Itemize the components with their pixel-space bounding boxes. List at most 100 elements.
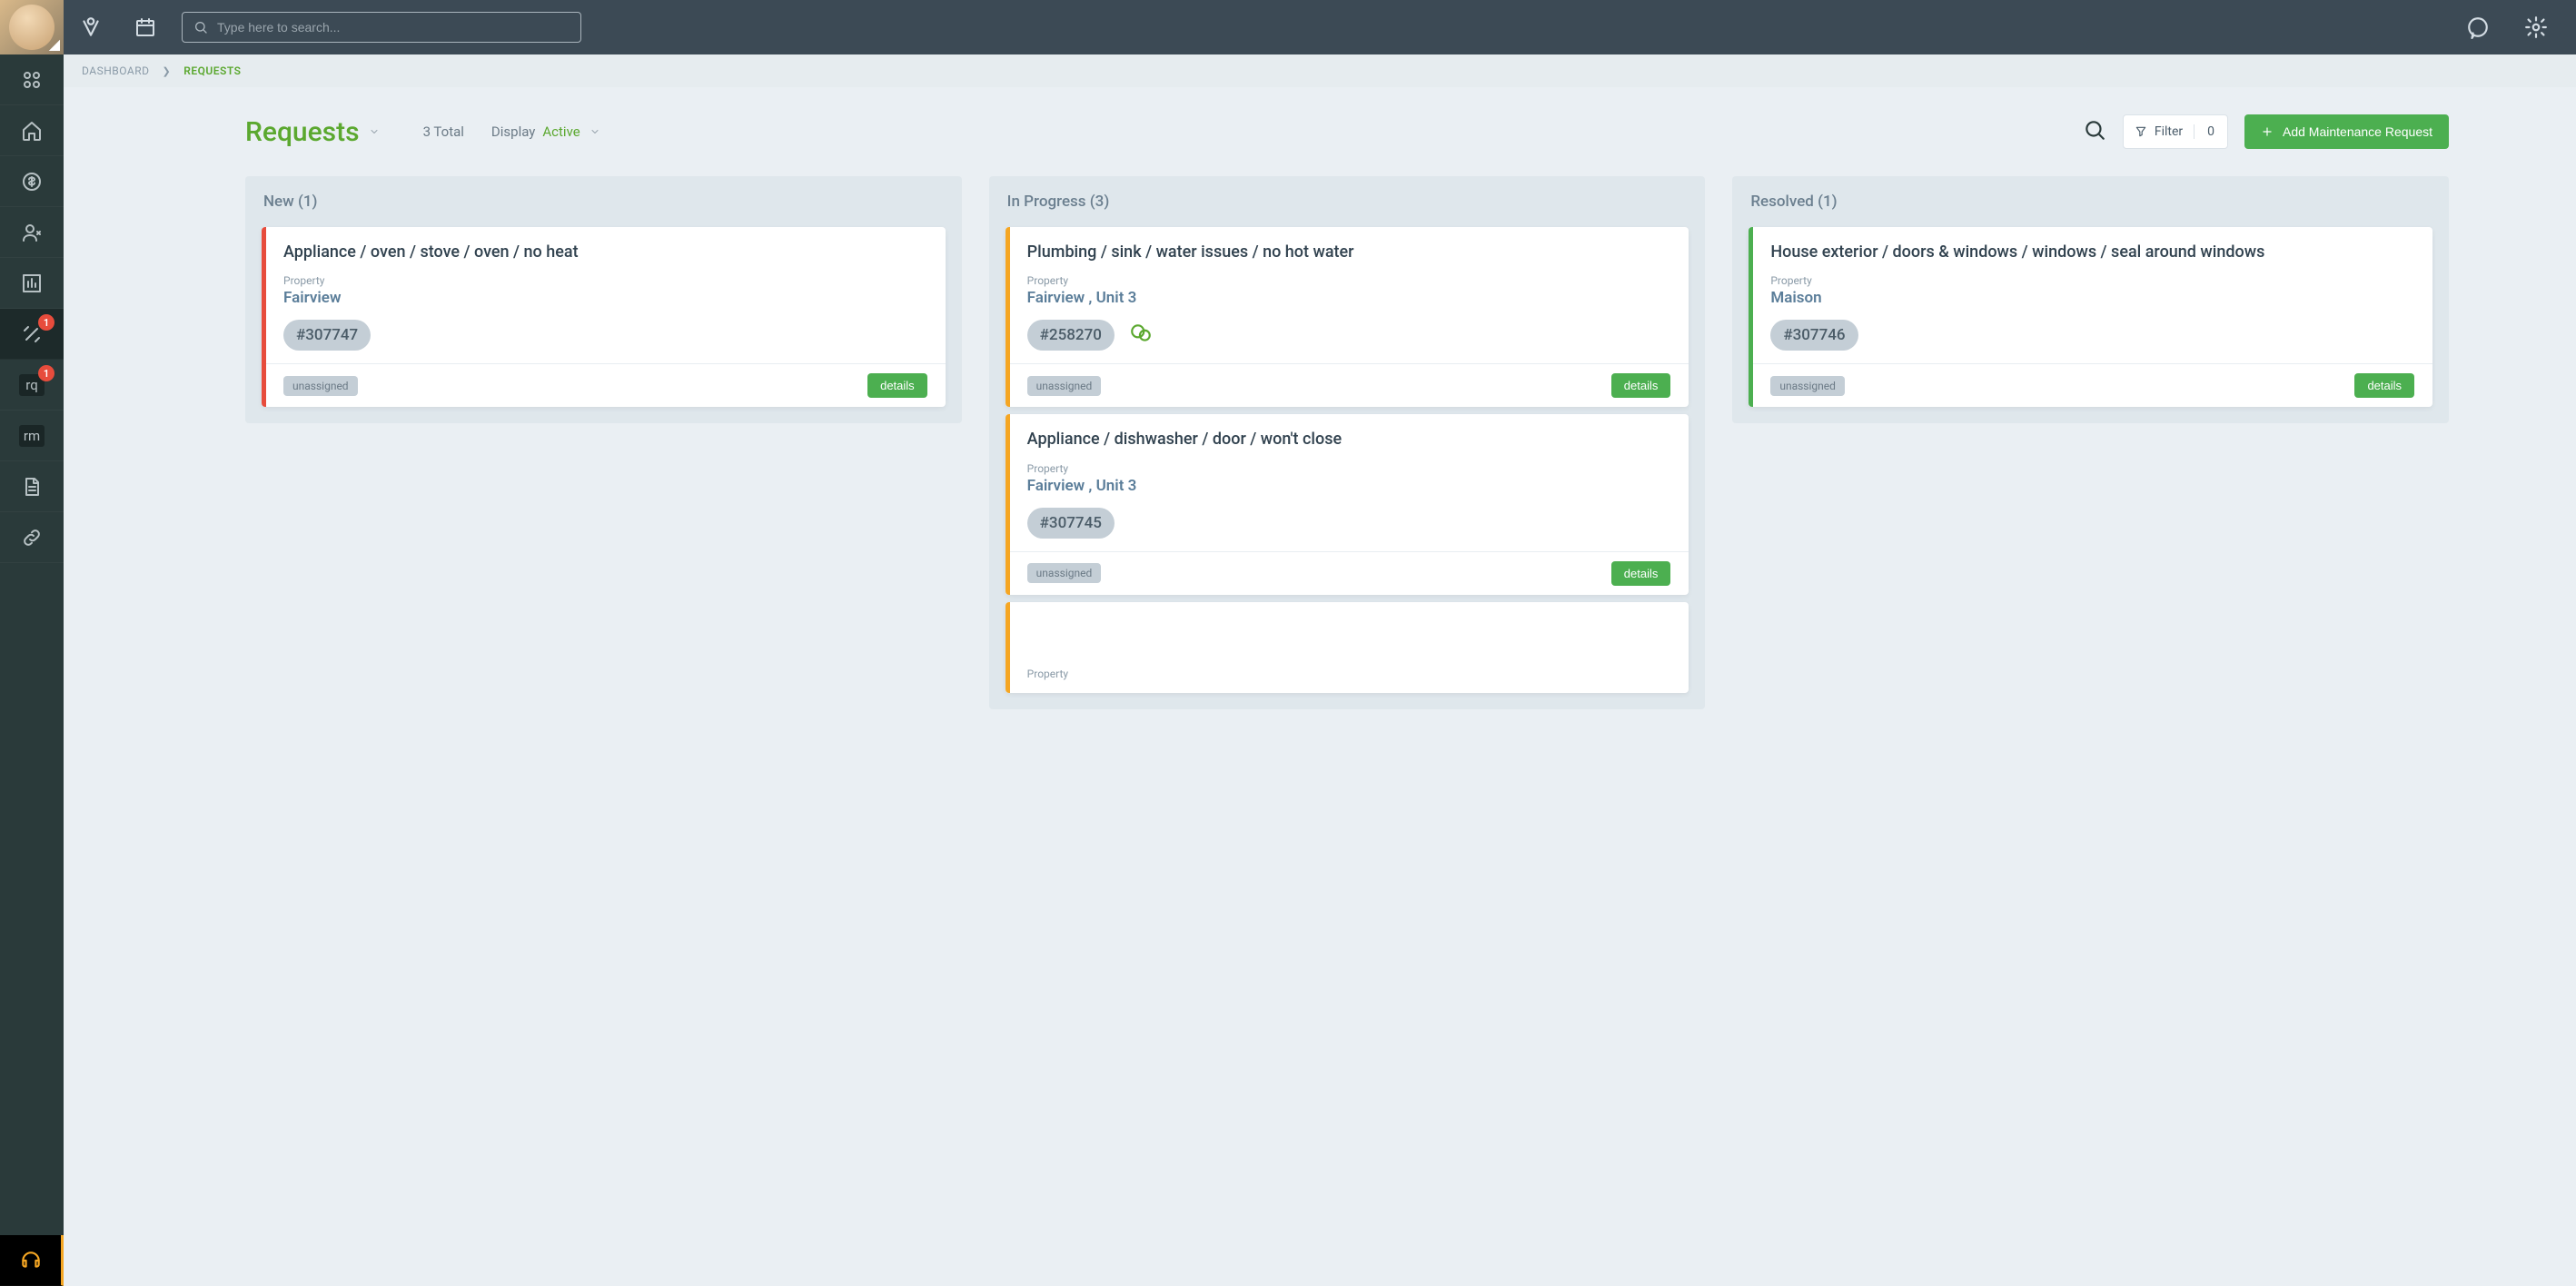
card-body: Property <box>1006 602 1689 693</box>
card-footer: unassigned details <box>262 363 946 407</box>
card-property[interactable]: Fairview , Unit 3 <box>1027 289 1671 307</box>
card-property-label: Property <box>1027 668 1671 680</box>
card-property-label: Property <box>1027 462 1671 475</box>
add-maintenance-request-button[interactable]: Add Maintenance Request <box>2244 114 2449 149</box>
settings-icon[interactable] <box>2514 0 2558 54</box>
details-button[interactable]: details <box>2354 373 2414 398</box>
sidebar-item-links[interactable] <box>0 512 64 563</box>
card-title: Plumbing / sink / water issues / no hot … <box>1027 242 1671 263</box>
card-id-pill: #307746 <box>1770 320 1858 351</box>
sidebar-item-documents[interactable] <box>0 461 64 512</box>
request-card[interactable]: House exterior / doors & windows / windo… <box>1749 227 2432 407</box>
card-meta: #307745 <box>1027 508 1671 539</box>
search-icon-button[interactable] <box>2083 118 2106 145</box>
sidebar: 1 rq 1 rm <box>0 54 64 1286</box>
assignee-badge: unassigned <box>1770 376 1845 396</box>
search-icon <box>193 20 208 35</box>
kanban-column: New (1) Appliance / oven / stove / oven /… <box>245 176 962 423</box>
card-title: Appliance / dishwasher / door / won't cl… <box>1027 429 1671 450</box>
card-stripe <box>262 227 266 407</box>
filter-button[interactable]: Filter 0 <box>2123 114 2228 149</box>
breadcrumb-root[interactable]: DASHBOARD <box>82 64 149 77</box>
kanban-column: Resolved (1) House exterior / doors & win… <box>1732 176 2449 423</box>
sidebar-item-reports[interactable] <box>0 258 64 309</box>
sidebar-badge: 1 <box>38 314 54 331</box>
column-title: Resolved (1) <box>1732 176 2449 220</box>
card-property[interactable]: Fairview <box>283 289 927 307</box>
assignee-badge: unassigned <box>1027 563 1102 583</box>
card-stripe <box>1006 227 1010 407</box>
chevron-down-icon <box>590 126 600 137</box>
card-id-pill: #307745 <box>1027 508 1115 539</box>
card-property[interactable]: Fairview , Unit 3 <box>1027 477 1671 495</box>
card-property[interactable]: Maison <box>1770 289 2414 307</box>
card-meta: #258270 <box>1027 320 1671 351</box>
page-header: Requests 3 Total Display Active Filter 0 <box>64 87 2576 158</box>
chat-icon[interactable] <box>2456 0 2500 54</box>
card-body: Plumbing / sink / water issues / no hot … <box>1006 227 1689 363</box>
sidebar-badge: 1 <box>38 365 54 381</box>
details-button[interactable]: details <box>1611 373 1671 398</box>
display-value-text: Active <box>542 124 580 140</box>
sidebar-abbr-rm: rm <box>24 428 40 444</box>
sidebar-abbr-rq: rq <box>25 377 37 393</box>
sidebar-item-home[interactable] <box>0 105 64 156</box>
card-footer: unassigned details <box>1006 551 1689 595</box>
details-button[interactable]: details <box>1611 561 1671 586</box>
topbar: ◢ <box>0 0 2576 54</box>
display-filter-dropdown[interactable]: Active <box>542 124 599 140</box>
search-input-wrap[interactable] <box>182 12 581 43</box>
kanban-board: New (1) Appliance / oven / stove / oven /… <box>64 158 2576 746</box>
chevron-right-icon: ❯ <box>162 65 171 77</box>
pin-icon: ◢ <box>49 35 60 53</box>
chevron-down-icon <box>369 126 380 137</box>
request-card[interactable]: Property <box>1006 602 1689 693</box>
assignee-badge: unassigned <box>1027 376 1102 396</box>
card-stripe <box>1749 227 1753 407</box>
sidebar-item-apps[interactable] <box>0 54 64 105</box>
page-title-text: Requests <box>245 116 360 148</box>
card-property-label: Property <box>1027 274 1671 287</box>
card-meta: #307746 <box>1770 320 2414 351</box>
display-label: Display <box>491 124 535 140</box>
card-body: Appliance / oven / stove / oven / no hea… <box>262 227 946 363</box>
sidebar-item-money[interactable] <box>0 156 64 207</box>
card-id-pill: #307747 <box>283 320 371 351</box>
kanban-column: In Progress (3) Plumbing / sink / water i… <box>989 176 1706 709</box>
sidebar-item-support[interactable] <box>0 1235 64 1286</box>
card-stripe <box>1006 414 1010 594</box>
chat-icon[interactable] <box>1129 322 1153 349</box>
details-button[interactable]: details <box>867 373 927 398</box>
sidebar-item-maintenance[interactable]: 1 <box>0 309 64 360</box>
card-property-label: Property <box>283 274 927 287</box>
card-stripe <box>1006 602 1010 693</box>
card-title: Appliance / oven / stove / oven / no hea… <box>283 242 927 263</box>
notifications-icon[interactable] <box>64 0 118 54</box>
sidebar-item-rm[interactable]: rm <box>0 411 64 461</box>
add-button-label: Add Maintenance Request <box>2283 124 2432 139</box>
card-body: Appliance / dishwasher / door / won't cl… <box>1006 414 1689 550</box>
avatar[interactable]: ◢ <box>0 0 64 54</box>
filter-icon <box>2135 125 2147 138</box>
page-title-dropdown[interactable]: Requests <box>245 116 380 148</box>
card-footer: unassigned details <box>1006 363 1689 407</box>
assignee-badge: unassigned <box>283 376 358 396</box>
request-card[interactable]: Appliance / dishwasher / door / won't cl… <box>1006 414 1689 594</box>
calendar-icon[interactable] <box>118 0 173 54</box>
request-card[interactable]: Appliance / oven / stove / oven / no hea… <box>262 227 946 407</box>
card-meta: #307747 <box>283 320 927 351</box>
breadcrumb: DASHBOARD ❯ REQUESTS <box>64 54 2576 87</box>
filter-label: Filter <box>2155 124 2183 139</box>
total-count: 3 Total <box>423 124 464 140</box>
search-input[interactable] <box>217 20 570 35</box>
column-title: New (1) <box>245 176 962 220</box>
sidebar-item-rq[interactable]: rq 1 <box>0 360 64 411</box>
card-footer: unassigned details <box>1749 363 2432 407</box>
card-title: House exterior / doors & windows / windo… <box>1770 242 2414 263</box>
column-title: In Progress (3) <box>989 176 1706 220</box>
filter-count: 0 <box>2194 124 2227 139</box>
sidebar-item-people[interactable] <box>0 207 64 258</box>
request-card[interactable]: Plumbing / sink / water issues / no hot … <box>1006 227 1689 407</box>
card-body: House exterior / doors & windows / windo… <box>1749 227 2432 363</box>
main: DASHBOARD ❯ REQUESTS Requests 3 Total Di… <box>64 54 2576 746</box>
